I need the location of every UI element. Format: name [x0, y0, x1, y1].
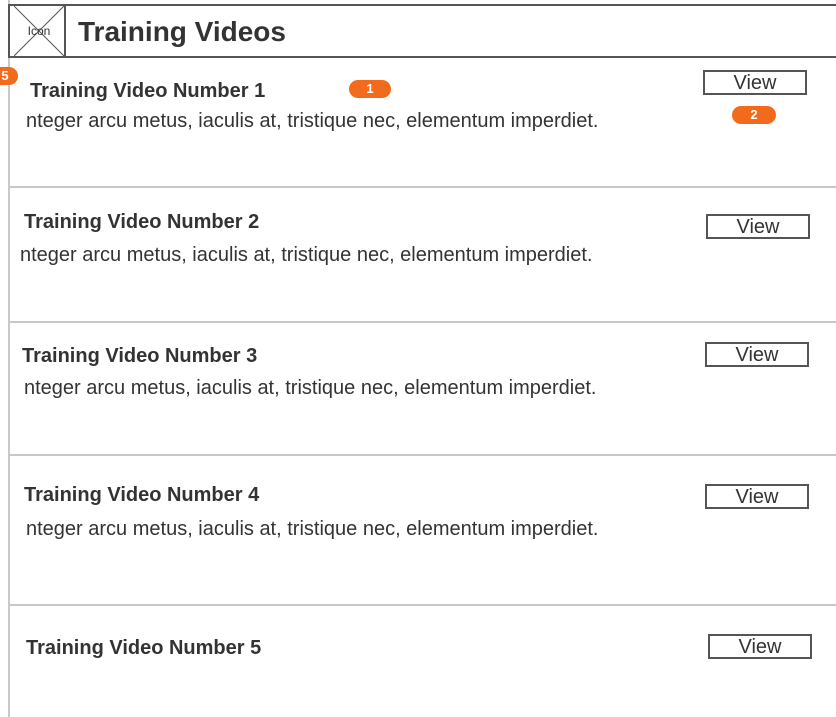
- view-button-5[interactable]: View: [708, 634, 812, 659]
- video-description-1: nteger arcu metus, iaculis at, tristique…: [26, 110, 599, 132]
- page-title: Training Videos: [78, 16, 286, 47]
- video-description-3: nteger arcu metus, iaculis at, tristique…: [24, 377, 597, 399]
- annotation-badge-1: 1: [349, 80, 391, 98]
- video-description-4: nteger arcu metus, iaculis at, tristique…: [26, 518, 599, 540]
- left-frame-border: [8, 0, 10, 717]
- video-title-5: Training Video Number 5: [26, 637, 262, 659]
- item-separator: [10, 604, 836, 606]
- view-button-2[interactable]: View: [706, 214, 810, 239]
- annotation-badge-2: 2: [732, 106, 776, 124]
- item-separator: [10, 321, 836, 323]
- view-button-3[interactable]: View: [705, 342, 809, 367]
- video-title-1: Training Video Number 1: [30, 80, 266, 102]
- item-separator: [10, 454, 836, 456]
- image-placeholder-icon: Icon: [14, 6, 66, 56]
- video-description-2: nteger arcu metus, iaculis at, tristique…: [20, 244, 593, 266]
- annotation-badge-5: 5: [0, 67, 18, 85]
- page-header: Icon Training Videos: [8, 4, 836, 58]
- video-title-2: Training Video Number 2: [24, 211, 260, 233]
- view-button-1[interactable]: View: [703, 70, 807, 95]
- item-separator: [10, 186, 836, 188]
- icon-placeholder-label: Icon: [27, 24, 51, 38]
- video-title-4: Training Video Number 4: [24, 484, 260, 506]
- view-button-4[interactable]: View: [705, 484, 809, 509]
- video-title-3: Training Video Number 3: [22, 345, 258, 367]
